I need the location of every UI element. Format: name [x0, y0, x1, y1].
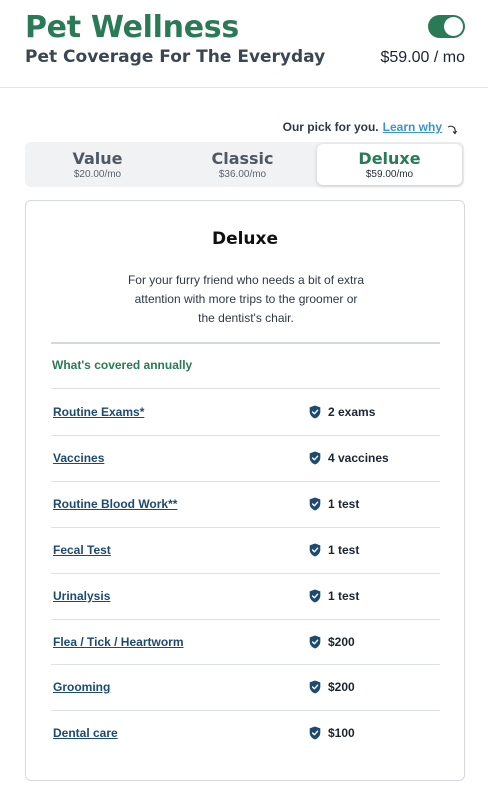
- coverage-row: Routine Exams* 2 exams: [51, 389, 440, 435]
- shield-check-icon: [309, 405, 321, 419]
- shield-check-icon: [309, 726, 321, 740]
- shield-check-icon: [309, 589, 321, 603]
- shield-check-icon: [309, 451, 321, 465]
- coverage-item-link[interactable]: Grooming: [53, 680, 110, 694]
- recommendation-text: Our pick for you.: [282, 120, 379, 134]
- coverage-value: $200: [328, 635, 355, 649]
- monthly-price: $59.00 / mo: [380, 49, 466, 66]
- coverage-value: $200: [328, 680, 355, 694]
- divider: [51, 342, 440, 344]
- coverage-item-link[interactable]: Flea / Tick / Heartworm: [53, 635, 184, 649]
- coverage-row: Urinalysis 1 test: [51, 573, 440, 619]
- coverage-value: $100: [328, 726, 355, 740]
- covered-heading: What's covered annually: [52, 358, 193, 372]
- coverage-row: Dental care $100: [51, 710, 440, 756]
- description-line: attention with more trips to the groomer…: [134, 292, 358, 306]
- shield-check-icon: [309, 497, 321, 511]
- coverage-row: Vaccines 4 vaccines: [51, 435, 440, 481]
- coverage-item-link[interactable]: Fecal Test: [53, 543, 111, 557]
- description-line: the dentist's chair.: [198, 311, 294, 325]
- coverage-item-link[interactable]: Vaccines: [53, 451, 104, 465]
- coverage-item-link[interactable]: Urinalysis: [53, 589, 110, 603]
- coverage-row: Grooming $200: [51, 664, 440, 710]
- plan-price: $20.00/mo: [73, 169, 122, 180]
- plan-selector: Value $20.00/mo Classic $36.00/mo Deluxe…: [25, 142, 464, 187]
- coverage-value: 2 exams: [328, 405, 376, 419]
- shield-check-icon: [309, 680, 321, 694]
- plan-tab-deluxe[interactable]: Deluxe $59.00/mo: [317, 144, 462, 185]
- plan-name: Classic: [211, 149, 274, 168]
- coverage-item-link[interactable]: Routine Blood Work**: [53, 497, 177, 511]
- recommendation: Our pick for you. Learn why: [283, 118, 458, 136]
- shield-check-icon: [309, 543, 321, 557]
- plan-name: Deluxe: [358, 149, 421, 168]
- plan-price: $59.00/mo: [365, 169, 414, 180]
- description-line: For your furry friend who needs a bit of…: [127, 273, 365, 287]
- coverage-row: Fecal Test 1 test: [51, 527, 440, 573]
- plan-details-card: Deluxe For your furry friend who needs a…: [25, 200, 465, 781]
- coverage-value: 1 test: [328, 497, 360, 511]
- plan-tab-classic[interactable]: Classic $36.00/mo: [170, 142, 315, 187]
- plan-tab-value[interactable]: Value $20.00/mo: [25, 142, 170, 187]
- coverage-value: 1 test: [328, 589, 360, 603]
- shield-check-icon: [309, 635, 321, 649]
- coverage-value: 1 test: [328, 543, 360, 557]
- coverage-item-link[interactable]: Dental care: [53, 726, 118, 740]
- header: Pet Wellness Pet Coverage For The Everyd…: [0, 0, 488, 88]
- learn-why-link[interactable]: Learn why: [383, 120, 442, 134]
- coverage-item-link[interactable]: Routine Exams*: [53, 405, 144, 419]
- card-title: Deluxe: [211, 229, 279, 249]
- brand-title: Pet Wellness: [25, 10, 239, 45]
- plan-description: For your furry friend who needs a bit of…: [106, 271, 386, 328]
- coverage-row: Routine Blood Work** 1 test: [51, 481, 440, 527]
- coverage-value: 4 vaccines: [328, 451, 389, 465]
- coverage-row: Flea / Tick / Heartworm $200: [51, 619, 440, 665]
- curved-arrow-icon: [447, 125, 458, 135]
- toggle-knob: [444, 17, 463, 36]
- brand-subtitle: Pet Coverage For The Everyday: [25, 47, 326, 67]
- plan-name: Value: [72, 149, 123, 168]
- toggle-switch[interactable]: [428, 15, 465, 38]
- plan-price: $36.00/mo: [218, 169, 267, 180]
